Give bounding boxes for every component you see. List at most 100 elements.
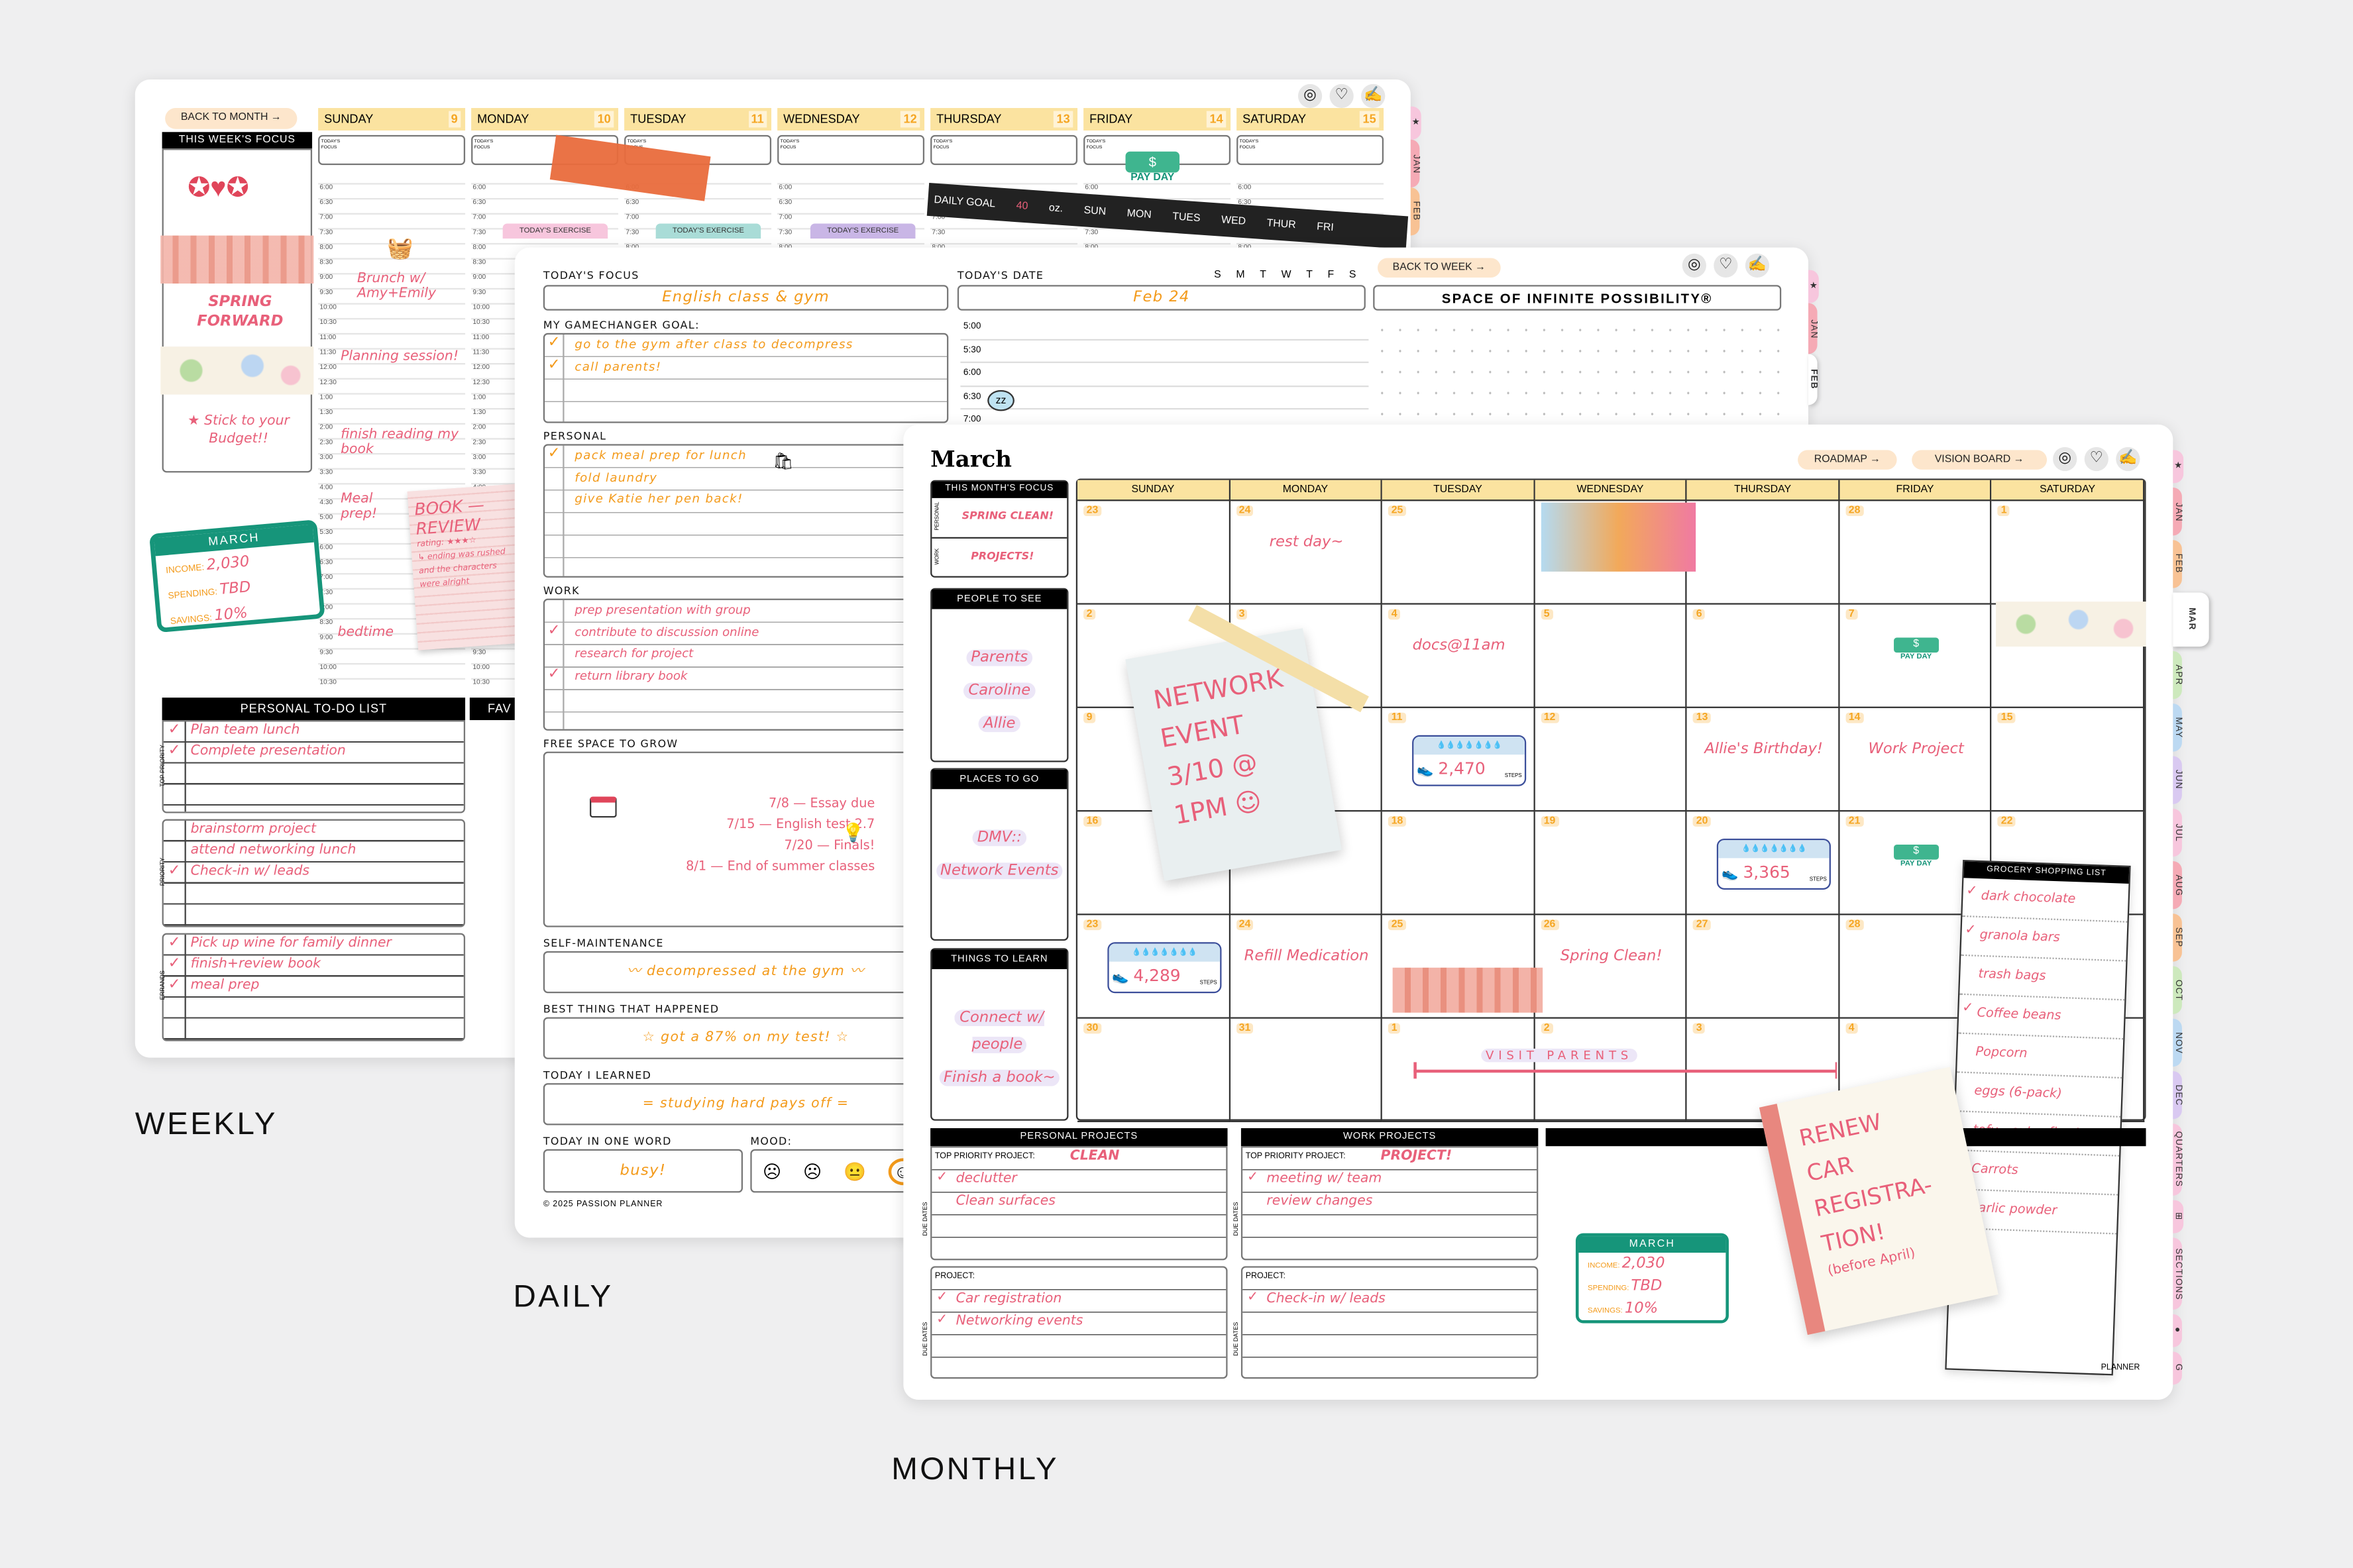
visit-parents-span[interactable]: VISIT PARENTS (1413, 1049, 1837, 1082)
grocery-item[interactable]: ✓ granola bars (1961, 917, 2128, 962)
time-slot[interactable]: 2:00 (318, 409, 466, 431)
calendar-day-cell[interactable]: 20 💧💧💧💧💧💧💧 👟 3,365 STEPS (1687, 811, 1840, 915)
grocery-item[interactable]: ✓ Coffee beans (1958, 994, 2125, 1040)
time-slot[interactable]: 6:30 (1236, 185, 1384, 205)
tab-jan[interactable]: JAN (1808, 303, 1818, 354)
day-focus-field[interactable]: TODAY'S FOCUS (1236, 134, 1384, 166)
calendar-day-cell[interactable]: 24 Refill Medication (1230, 915, 1383, 1019)
weekday-letter[interactable]: T (1306, 270, 1313, 281)
tab-nov[interactable]: NOV (2173, 1018, 2182, 1067)
weekday-letter[interactable]: M (1236, 270, 1244, 281)
calendar-day-cell[interactable]: 26 Spring Clean! (1535, 915, 1688, 1019)
calendar-day-cell[interactable] (1687, 501, 1840, 605)
self-maintenance-field[interactable]: 〰 decompressed at the gym 〰 (543, 951, 949, 994)
tab-jul[interactable]: JUL (2173, 808, 2182, 857)
calendar-day-cell[interactable]: 1 (1992, 501, 2145, 605)
grocery-item[interactable]: Popcorn (1957, 1033, 2124, 1079)
tab-sep[interactable]: SEP (2173, 914, 2182, 962)
list-item[interactable]: give Katie her pen back! (545, 490, 947, 511)
time-slot[interactable]: 10:30 (318, 305, 466, 325)
day-header-tuesday[interactable]: TUESDAY 11 (624, 108, 772, 131)
day-header-sunday[interactable]: SUNDAY 9 (318, 108, 466, 131)
list-item[interactable]: Finish a book~ (932, 1062, 1067, 1089)
time-slot[interactable]: 12:30 (318, 364, 466, 386)
tab-feb[interactable]: FEB (1410, 187, 1420, 236)
time-slot[interactable]: 11:30 (318, 335, 466, 356)
calendar-day-cell[interactable]: 25 (1382, 501, 1535, 605)
project-task[interactable]: ✓ Check-in w/ leads (1242, 1290, 1537, 1313)
calendar-day-cell[interactable]: 14 Work Project (1839, 707, 1993, 812)
time-slot[interactable]: 6:30 (777, 185, 925, 205)
time-slot[interactable]: 7:00 (318, 199, 466, 221)
writing-hand-icon[interactable]: ✍ (1361, 83, 1386, 109)
calendar-day-cell[interactable]: 27 (1687, 915, 1840, 1019)
tab-apple-icon[interactable]: ● (2173, 1314, 2182, 1347)
list-item[interactable]: DMV:: (932, 822, 1067, 849)
tab-favorites-star-icon[interactable]: ★ (2173, 450, 2184, 484)
vision-board-button[interactable]: VISION BOARD → (1912, 450, 2048, 470)
focus-work-value[interactable]: PROJECTS! (971, 550, 1034, 562)
calendar-day-cell[interactable]: 28 (1839, 501, 1993, 605)
day-header-monday[interactable]: MONDAY 10 (471, 108, 619, 131)
heart-icon[interactable]: ♡ (1329, 83, 1354, 109)
writing-hand-icon[interactable]: ✍ (2116, 446, 2140, 472)
time-slot[interactable]: 4:00 (318, 470, 466, 491)
mood-face-icon[interactable]: ☹ (803, 1161, 822, 1182)
target-icon[interactable]: ◎ (2053, 446, 2077, 472)
day-focus-field[interactable]: TODAY'S FOCUS (930, 134, 1078, 166)
list-item[interactable]: Parents (932, 642, 1067, 669)
project-task[interactable]: ✓ Car registration (932, 1290, 1226, 1313)
list-item[interactable]: Network Events (932, 855, 1067, 882)
weekday-letter[interactable]: S (1214, 270, 1221, 281)
calendar-day-cell[interactable]: 18 (1382, 811, 1535, 915)
schedule-note[interactable]: Brunch w/ Amy+Emily (357, 272, 477, 301)
time-slot[interactable]: 7:00 (777, 199, 925, 221)
top-priority-value[interactable]: CLEAN (1070, 1149, 1120, 1165)
day-header-thursday[interactable]: THURSDAY 13 (930, 108, 1078, 131)
heart-icon[interactable]: ♡ (2084, 446, 2108, 472)
list-item[interactable]: ✓ contribute to discussion online (545, 622, 947, 643)
tab-sections[interactable]: SECTIONS (2173, 1237, 2182, 1310)
calendar-day-cell[interactable]: 24 rest day~ (1230, 501, 1383, 605)
one-word-field[interactable]: busy! (543, 1149, 743, 1193)
schedule-note[interactable]: Meal prep! (341, 492, 401, 522)
time-slot[interactable]: 5:00 (960, 317, 1369, 340)
list-item[interactable]: Connect w/ people (932, 1002, 1067, 1057)
project-task[interactable]: ✓ meeting w/ team (1242, 1170, 1537, 1192)
todo-item[interactable]: ✓ meal prep (166, 976, 451, 998)
todo-item[interactable]: ✓ Pick up wine for family dinner (166, 935, 451, 956)
time-slot[interactable]: 5:30 (960, 340, 1369, 364)
time-slot[interactable]: 7:00 (471, 199, 619, 221)
todays-exercise-tag[interactable]: TODAY'S EXERCISE (502, 223, 608, 239)
todo-item[interactable]: brainstorm project (166, 821, 451, 842)
todo-item[interactable]: ✓ Check-in w/ leads (166, 862, 451, 884)
calendar-day-cell[interactable]: 7 $ PAY DAY (1839, 604, 1993, 708)
weekday-letter[interactable]: F (1328, 270, 1335, 281)
time-slot[interactable]: 8:00 (930, 229, 1078, 250)
back-to-month-button[interactable]: BACK TO MONTH → (165, 108, 298, 129)
grocery-item[interactable]: trash bags (1959, 955, 2126, 1001)
time-slot[interactable]: 11:00 (318, 319, 466, 340)
day-focus-field[interactable]: TODAY'S FOCUS (318, 134, 466, 166)
tab-dec[interactable]: DEC (2173, 1071, 2182, 1120)
time-slot[interactable]: 6:30 (318, 185, 466, 205)
tab-aug[interactable]: AUG (2173, 861, 2182, 910)
schedule-note[interactable]: Planning session! (341, 350, 461, 365)
todo-item[interactable]: ✓ Plan team lunch (166, 721, 451, 743)
tab-quarters[interactable]: QUARTERS (2173, 1124, 2182, 1196)
calendar-day-cell[interactable]: 13 Allie's Birthday! (1687, 707, 1840, 812)
weekday-letter[interactable]: T (1260, 270, 1266, 281)
list-item[interactable]: Allie (932, 708, 1067, 735)
todays-focus-field[interactable]: English class & gym (543, 285, 949, 311)
list-item[interactable]: ✓ pack meal prep for lunch (545, 446, 947, 467)
target-icon[interactable]: ◎ (1297, 83, 1323, 109)
back-to-week-button[interactable]: BACK TO WEEK → (1377, 258, 1501, 278)
weekday-letter[interactable]: S (1349, 270, 1356, 281)
list-item[interactable]: ✓ return library book (545, 666, 947, 687)
day-header-friday[interactable]: FRIDAY 14 (1083, 108, 1231, 131)
tab-mar[interactable]: MAR (2173, 592, 2209, 647)
project-task[interactable]: review changes (1242, 1192, 1537, 1215)
calendar-day-cell[interactable]: 23 💧💧💧💧💧💧💧 👟 4,289 STEPS (1077, 915, 1231, 1019)
time-slot[interactable]: 6:00 (318, 170, 466, 191)
grocery-item[interactable]: eggs (6-pack) (1955, 1072, 2122, 1118)
